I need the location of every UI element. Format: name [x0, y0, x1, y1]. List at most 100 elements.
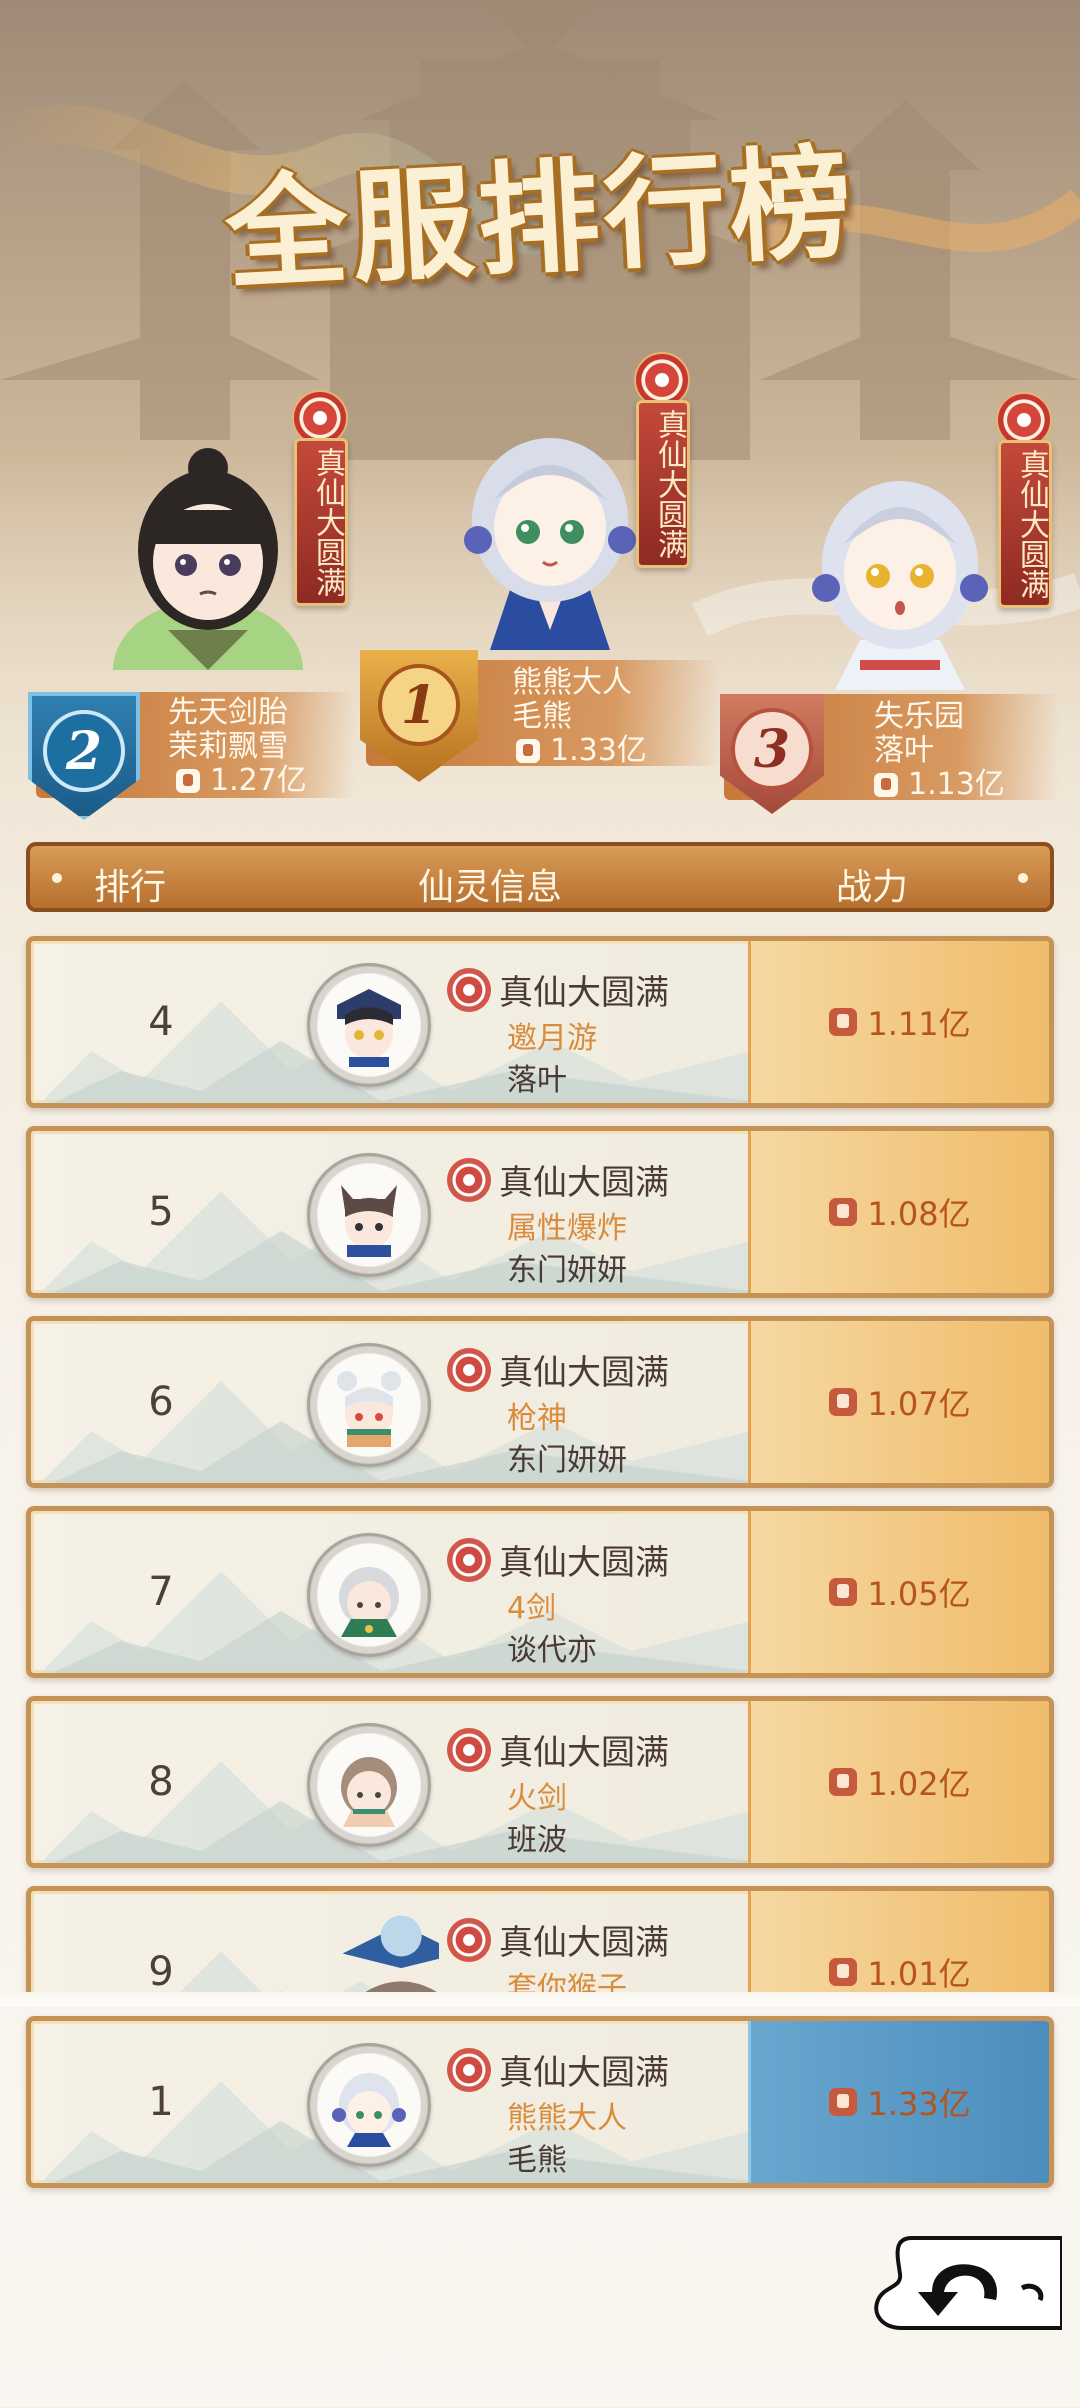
power-cell: 1.02亿 [748, 1701, 1049, 1863]
combat-power-icon [176, 769, 200, 793]
power-value: 1.33亿 [867, 2085, 971, 2123]
ranking-row[interactable]: 9 真仙大圆满 套你猴子 1.01亿 [26, 1886, 1054, 1992]
realm-line: 真仙大圆满 [447, 2045, 669, 2094]
header-info: 仙灵信息 [418, 867, 563, 908]
power-cell: 1.07亿 [748, 1321, 1049, 1483]
my-rank-row[interactable]: 1 真仙大圆满 熊熊大人 毛熊 1.33亿 [26, 2016, 1054, 2188]
power-value: 1.07亿 [867, 1385, 971, 1423]
realm-line: 真仙大圆满 [447, 965, 669, 1014]
player-name: 4剑 [507, 1591, 557, 1626]
power-value: 1.11亿 [867, 1005, 971, 1043]
rank-number: 4 [148, 999, 174, 1045]
avatar [307, 1343, 431, 1467]
combat-power-icon [829, 1198, 858, 1226]
realm-line: 真仙大圆满 [447, 1725, 669, 1774]
guild-name: 熊熊大人 [512, 665, 632, 700]
power-line: 1.33亿 [516, 734, 647, 768]
back-button[interactable] [872, 2218, 1062, 2338]
ranking-row[interactable]: 7 真仙大圆满 4剑 谈代亦 1.05亿 [26, 1506, 1054, 1678]
list-clip: 9 真仙大圆满 套你猴子 1.01亿 [0, 1880, 1080, 1992]
realm-text: 真仙大圆满 [499, 2053, 669, 2093]
avatar [307, 1533, 431, 1657]
red-flower-emblem-icon [447, 967, 491, 1012]
player-name: 邀月游 [507, 1021, 597, 1056]
rank-number: 6 [148, 1379, 174, 1425]
rank-number: 9 [148, 1949, 174, 1992]
power-cell: 1.01亿 [748, 1891, 1049, 1992]
ranking-row[interactable]: 4 真仙大圆满 邀月游 落叶 1.11亿 [26, 936, 1054, 1108]
player-name: 落叶 [874, 733, 934, 768]
guild-name: 先天剑胎 [168, 695, 288, 730]
realm-text: 真仙大圆满 [499, 1733, 669, 1773]
rank-number: 5 [148, 1189, 174, 1235]
power-cell: 1.11亿 [748, 941, 1049, 1103]
player-name: 属性爆炸 [507, 1211, 627, 1246]
combat-power-icon [829, 2088, 858, 2116]
rank-number: 3 [731, 708, 813, 790]
ranking-row[interactable]: 6 真仙大圆满 枪神 东门妍妍 1.07亿 [26, 1316, 1054, 1488]
red-flower-emblem-icon [447, 1537, 491, 1582]
realm-text: 真仙大圆满 [499, 1353, 669, 1393]
avatar [307, 1723, 431, 1847]
ranking-row[interactable]: 5 真仙大圆满 属性爆炸 东门妍妍 1.08亿 [26, 1126, 1054, 1298]
power-value: 1.27亿 [210, 763, 307, 798]
power-value: 1.01亿 [867, 1955, 971, 1992]
combat-power-icon [874, 773, 898, 797]
power-value: 1.08亿 [867, 1195, 971, 1233]
player-name: 枪神 [507, 1401, 567, 1436]
power-value: 1.33亿 [550, 733, 647, 768]
combat-power-icon [829, 1388, 858, 1416]
character-portrait [113, 448, 303, 670]
player-name: 熊熊大人 [507, 2101, 627, 2136]
combat-power-icon [829, 1768, 858, 1796]
realm-text: 真仙大圆满 [499, 1923, 669, 1963]
realm-banner: 真仙大圆满 [294, 438, 348, 606]
list-fade [0, 1992, 1080, 2006]
power-line: 1.27亿 [176, 764, 307, 798]
power-cell: 1.05亿 [748, 1511, 1049, 1673]
realm-text: 真仙大圆满 [499, 1163, 669, 1203]
combat-power-icon [829, 1958, 858, 1986]
realm-text: 真仙大圆满 [499, 973, 669, 1013]
avatar [307, 1153, 431, 1277]
header-rank: 排行 [94, 867, 167, 908]
player-name: 火剑 [507, 1781, 567, 1816]
rank-number: 1 [148, 2079, 174, 2125]
realm-line: 真仙大圆满 [447, 1155, 669, 1204]
power-line: 1.13亿 [874, 768, 1005, 802]
rank-number: 2 [43, 710, 125, 792]
combat-power-icon [829, 1578, 858, 1606]
realm-text: 真仙大圆满 [499, 1543, 669, 1583]
player-name: 茉莉飘雪 [168, 729, 288, 764]
realm-line: 真仙大圆满 [447, 1915, 669, 1964]
combat-power-icon [829, 1008, 858, 1036]
podium-rank-1[interactable]: 真仙大圆满 熊熊大人 毛熊 1.33亿 1 [360, 350, 720, 790]
power-value: 1.02亿 [867, 1765, 971, 1803]
power-value: 1.05亿 [867, 1575, 971, 1613]
combat-power-icon [516, 739, 540, 763]
podium-rank-3[interactable]: 真仙大圆满 失乐园 落叶 1.13亿 3 [720, 390, 1060, 820]
red-flower-emblem-icon [447, 1727, 491, 1772]
rank-number: 8 [148, 1759, 174, 1805]
guild-name: 失乐园 [874, 699, 964, 734]
realm-banner: 真仙大圆满 [998, 440, 1052, 608]
ranking-table-header: 排行 仙灵信息 战力 [26, 842, 1054, 912]
header-power: 战力 [836, 867, 909, 908]
avatar [307, 2043, 431, 2167]
guild-name: 东门妍妍 [507, 1443, 627, 1478]
guild-name: 班波 [507, 1823, 567, 1858]
character-portrait [464, 438, 636, 650]
realm-banner: 真仙大圆满 [636, 400, 690, 568]
podium-rank-2[interactable]: 真仙大圆满 先天剑胎 茉莉飘雪 1.27亿 2 [28, 380, 358, 820]
rank-number: 1 [378, 664, 460, 746]
realm-line: 真仙大圆满 [447, 1345, 669, 1394]
power-value: 1.13亿 [908, 767, 1005, 802]
ranking-row[interactable]: 8 真仙大圆满 火剑 班波 1.02亿 [26, 1696, 1054, 1868]
red-flower-emblem-icon [447, 1917, 491, 1962]
character-portrait [812, 481, 988, 690]
back-arrow-icon [874, 2236, 1062, 2330]
guild-name: 东门妍妍 [507, 1253, 627, 1288]
guild-name: 毛熊 [507, 2143, 567, 2178]
rank-badge-2: 2 [28, 692, 140, 820]
player-name: 毛熊 [512, 699, 572, 734]
